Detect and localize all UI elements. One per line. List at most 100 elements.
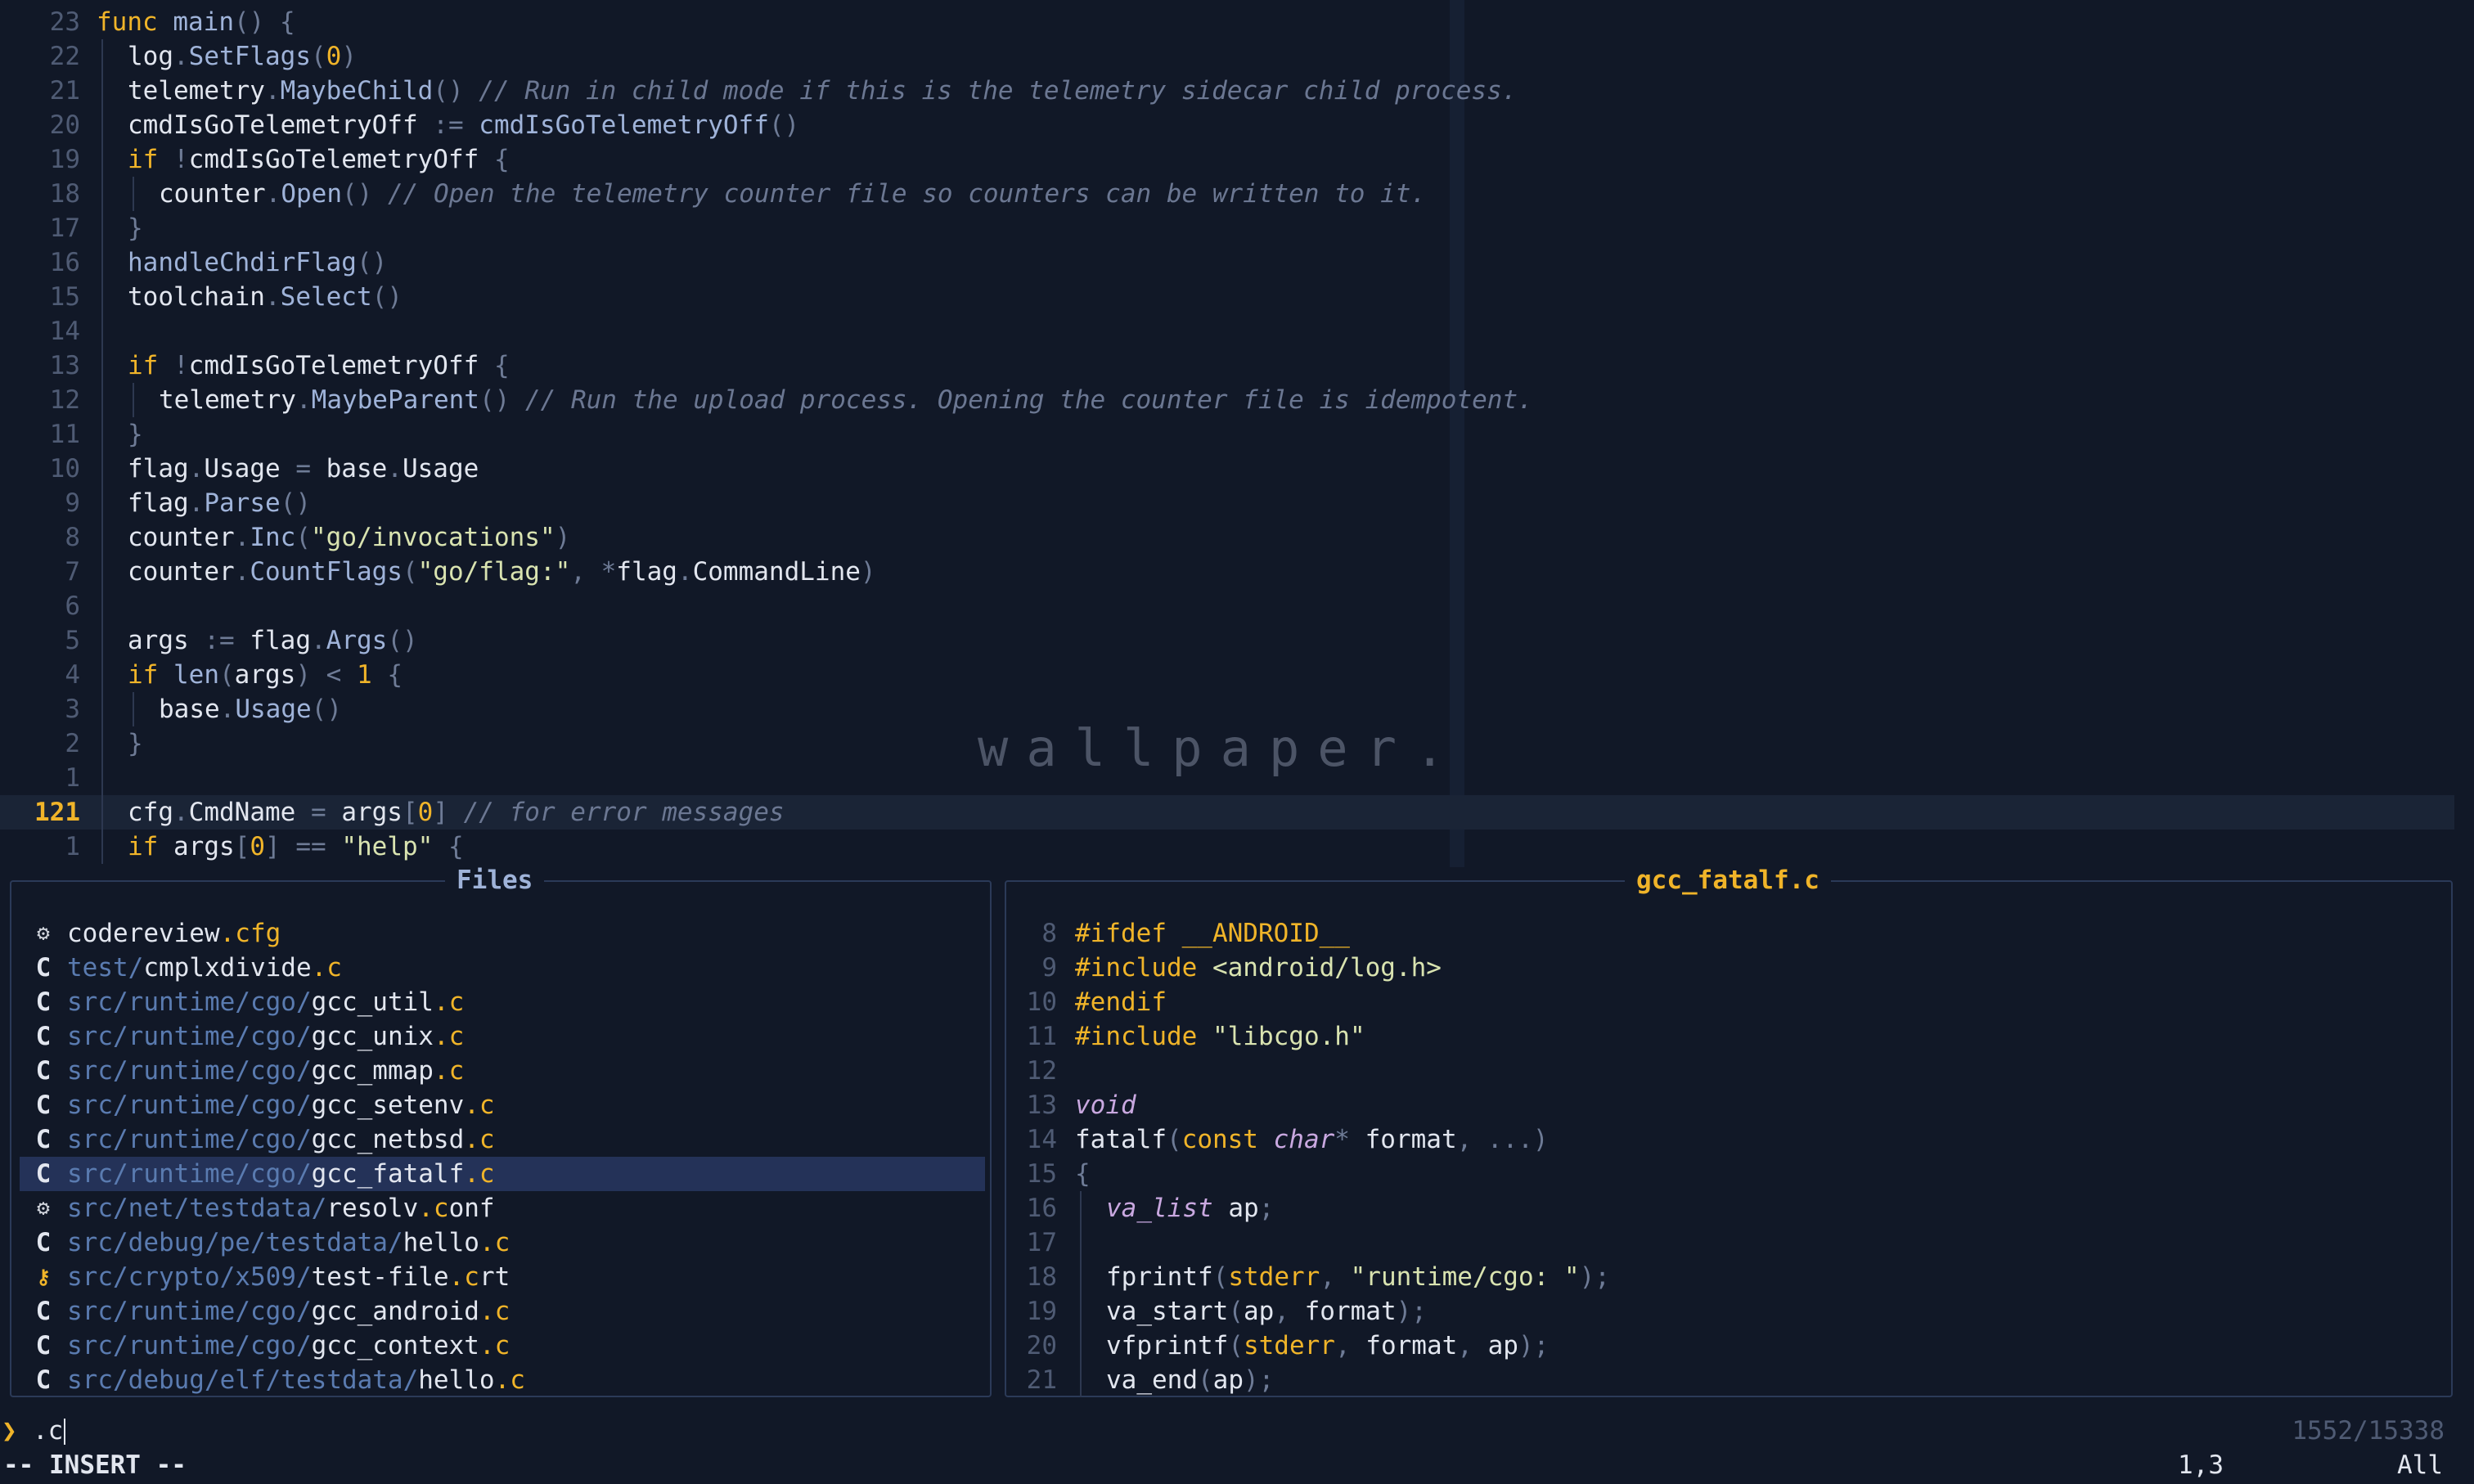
code-text: base.Usage() <box>159 692 342 726</box>
code-token: ) <box>860 557 876 587</box>
file-extension-rest: onf <box>448 1194 495 1223</box>
code-token: Parse <box>204 488 281 518</box>
preview-line: 20 vfprintf(stderr, format, ap); <box>1006 1329 2446 1363</box>
file-dir: test/ <box>67 953 144 983</box>
code-token: flag <box>250 626 311 655</box>
code-token: Usage <box>204 454 296 483</box>
line-number: 1 <box>65 832 80 861</box>
code-line: 9 flag.Parse() <box>0 486 2454 520</box>
code-token: flag <box>128 454 189 483</box>
code-token: . <box>264 76 281 106</box>
code-line: 10 flag.Usage = base.Usage <box>0 452 2454 486</box>
file-basename: test-file <box>311 1262 449 1292</box>
code-token: handleChdirFlag <box>128 248 357 277</box>
code-text: fprintf(stderr, "runtime/cgo: "); <box>1106 1260 1610 1294</box>
line-number: 12 <box>1026 1056 1057 1086</box>
code-token: counter <box>128 557 235 587</box>
code-token: ) < <box>295 660 357 690</box>
code-line: 4 if len(args) < 1 { <box>0 658 2454 692</box>
file-list-item[interactable]: Csrc/runtime/cgo/gcc_fatalf.c <box>20 1157 985 1191</box>
code-text: if !cmdIsGoTelemetryOff { <box>128 349 510 383</box>
c-file-icon: C <box>35 1125 52 1154</box>
indent-guide <box>101 280 103 314</box>
code-text: { <box>1075 1157 1091 1191</box>
file-list-item[interactable]: Csrc/runtime/cgo/gcc_mmap.c <box>20 1054 985 1088</box>
files-picker-panel[interactable]: Files ⚙ codereview.cfg Ctest/cmplxdivide.c… <box>10 864 992 1397</box>
indent-guide <box>101 830 103 864</box>
code-token: va_end <box>1106 1365 1198 1395</box>
code-editor[interactable]: 23 func main() {22 log.SetFlags(0) 21 teleme… <box>0 0 2474 867</box>
code-line: 22 log.SetFlags(0) <box>0 39 2454 74</box>
code-line: 14 <box>0 314 2454 349</box>
file-list-item[interactable]: ⚷ src/crypto/x509/test-file.crt <box>20 1260 985 1294</box>
code-line: 19 if !cmdIsGoTelemetryOff { <box>0 142 2454 177</box>
code-text: cfg.CmdName = args[0] // for error messa… <box>128 795 785 830</box>
code-token: args <box>173 832 235 861</box>
code-token: ap <box>1212 1365 1244 1395</box>
file-list-item[interactable]: Csrc/debug/pe/testdata/hello.c <box>20 1225 985 1260</box>
preview-panel[interactable]: gcc_fatalf.c 8 #ifdef __ANDROID__ 9 #includ… <box>1005 864 2453 1397</box>
line-number: 6 <box>65 591 80 621</box>
code-line: 16 handleChdirFlag() <box>0 245 2454 280</box>
code-token: , ...) <box>1456 1125 1549 1154</box>
code-token: () <box>341 179 388 209</box>
file-list-item[interactable]: Csrc/runtime/cgo/gcc_unix.c <box>20 1019 985 1054</box>
indent-guide <box>101 589 103 623</box>
code-text: counter.Open() // Open the telemetry cou… <box>159 177 1426 211</box>
code-token: fprintf <box>1106 1262 1213 1292</box>
code-token: ); <box>1518 1331 1550 1360</box>
file-list-item[interactable]: Csrc/runtime/cgo/gcc_util.c <box>20 985 985 1019</box>
file-list-item[interactable]: Csrc/debug/elf/testdata/hello.c <box>20 1363 985 1397</box>
code-token: { <box>493 351 510 380</box>
file-path: test/cmplxdivide.c <box>67 951 342 985</box>
code-line: 121 cfg.CmdName = args[0] // for error me… <box>0 795 2454 830</box>
code-text: telemetry.MaybeChild() // Run in child m… <box>128 74 1517 108</box>
code-token: #ifdef __ANDROID__ <box>1075 919 1350 948</box>
code-token: fatalf <box>1075 1125 1167 1154</box>
code-token: ( <box>219 660 235 690</box>
code-token: if <box>128 145 173 174</box>
code-token: () <box>311 695 342 724</box>
code-token: . <box>295 385 312 415</box>
indent-guide <box>101 692 103 726</box>
match-counter: 1552/15338 <box>2292 1416 2445 1446</box>
file-list-item[interactable]: Csrc/runtime/cgo/gcc_context.c <box>20 1329 985 1363</box>
line-number: 14 <box>1026 1125 1057 1154</box>
indent-guide <box>101 314 103 349</box>
code-text: void <box>1075 1088 1136 1122</box>
indent-guide <box>1080 1294 1082 1329</box>
line-number: 1 <box>65 763 80 793</box>
file-extension: .c <box>479 1331 511 1360</box>
code-text: vfprintf(stderr, format, ap); <box>1106 1329 1549 1363</box>
code-text: va_end(ap); <box>1106 1363 1274 1397</box>
file-basename: gcc_netbsd <box>311 1125 465 1154</box>
indent-guide <box>101 658 103 692</box>
search-input[interactable]: .c <box>33 1414 63 1448</box>
line-number: 3 <box>65 695 80 724</box>
code-token: , * <box>570 557 617 587</box>
code-text: } <box>128 211 143 245</box>
c-file-icon: C <box>35 953 52 983</box>
c-file-icon: C <box>35 1022 52 1051</box>
indent-guide <box>1080 1225 1082 1260</box>
code-token: cmdIsGoTelemetryOff <box>479 110 769 140</box>
file-extension: .c <box>433 1056 465 1086</box>
indent-guide <box>101 486 103 520</box>
file-list-item[interactable]: Csrc/runtime/cgo/gcc_netbsd.c <box>20 1122 985 1157</box>
code-token: CommandLine <box>692 557 861 587</box>
line-number: 22 <box>49 42 80 71</box>
file-list-item[interactable]: Ctest/cmplxdivide.c <box>20 951 985 985</box>
file-list-item[interactable]: Csrc/runtime/cgo/gcc_android.c <box>20 1294 985 1329</box>
code-token: va_list <box>1106 1194 1229 1223</box>
code-text: counter.CountFlags("go/flag:", *flag.Com… <box>128 555 876 589</box>
picker-prompt[interactable]: ❯ .c 1552/15338 <box>0 1414 2474 1448</box>
code-text: cmdIsGoTelemetryOff := cmdIsGoTelemetryO… <box>128 108 799 142</box>
code-line: 23 func main() { <box>0 5 2454 39</box>
file-list-item[interactable]: ⚙ codereview.cfg <box>20 916 985 951</box>
code-token: // for error messages <box>463 798 785 827</box>
line-number: 5 <box>65 626 80 655</box>
line-number: 15 <box>1026 1159 1057 1189</box>
file-list-item[interactable]: ⚙ src/net/testdata/resolv.conf <box>20 1191 985 1225</box>
file-list-item[interactable]: Csrc/runtime/cgo/gcc_setenv.c <box>20 1088 985 1122</box>
line-number: 8 <box>65 523 80 552</box>
